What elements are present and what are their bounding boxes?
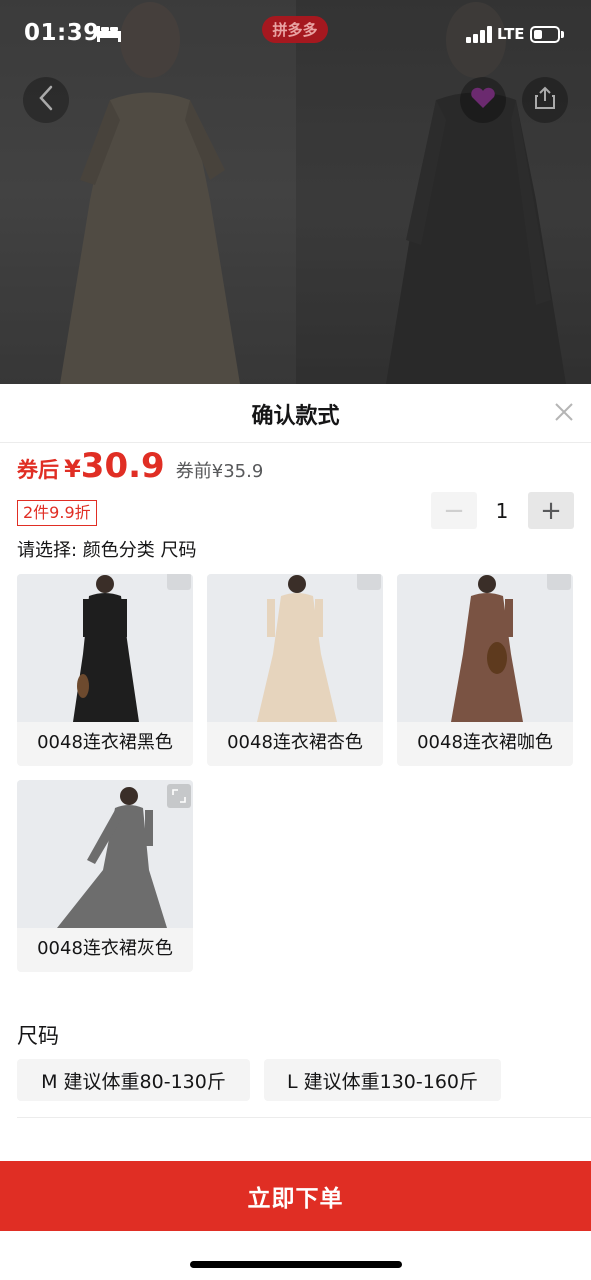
heart-icon: [470, 87, 496, 113]
quantity-value[interactable]: 1: [478, 492, 526, 529]
sku-selection-sheet: 确认款式 券后 ¥30.9 券前¥35.9 2件9.9折 − 1 + 请选择: …: [0, 384, 591, 1280]
status-time: 01:39: [24, 20, 100, 46]
share-button[interactable]: [522, 77, 568, 123]
expand-icon[interactable]: [167, 784, 191, 808]
size-option-m[interactable]: M 建议体重80-130斤: [17, 1059, 250, 1101]
size-section-title: 尺码: [17, 1024, 59, 1048]
favorite-button[interactable]: [460, 77, 506, 123]
size-divider: [17, 1117, 591, 1118]
close-button[interactable]: [552, 400, 576, 424]
size-option-l[interactable]: L 建议体重130-160斤: [264, 1059, 501, 1101]
signal-icon: [466, 26, 492, 47]
color-label: 0048连衣裙杏色: [227, 732, 363, 753]
quantity-increase-button[interactable]: +: [528, 492, 574, 529]
discount-badge: 2件9.9折: [17, 500, 97, 526]
color-option-gray[interactable]: 0048连衣裙灰色: [17, 780, 193, 972]
battery-cap: [561, 31, 564, 38]
expand-icon[interactable]: [547, 574, 571, 590]
color-thumbnail: [17, 574, 193, 722]
header-divider: [0, 442, 591, 443]
place-order-button[interactable]: 立即下单: [0, 1161, 591, 1231]
battery-icon: [530, 26, 560, 43]
sheet-title: 确认款式: [251, 404, 340, 429]
quantity-decrease-button[interactable]: −: [431, 492, 477, 529]
expand-icon[interactable]: [357, 574, 381, 590]
price-row: 券后 ¥30.9 券前¥35.9: [17, 446, 263, 486]
color-label: 0048连衣裙咖色: [417, 732, 553, 753]
color-option-black[interactable]: 0048连衣裙黑色: [17, 574, 193, 766]
selection-prompt: 请选择: 颜色分类 尺码: [17, 540, 197, 561]
close-icon: [552, 403, 576, 428]
expand-icon[interactable]: [167, 574, 191, 590]
home-indicator[interactable]: [190, 1261, 402, 1268]
sleep-mode-icon: [96, 25, 122, 47]
back-button[interactable]: [23, 77, 69, 123]
chevron-left-icon: [38, 85, 54, 115]
share-icon: [534, 86, 556, 114]
currency-symbol: ¥: [64, 455, 81, 483]
color-option-apricot[interactable]: 0048连衣裙杏色: [207, 574, 383, 766]
after-coupon-label: 券后: [17, 458, 59, 482]
color-option-coffee[interactable]: 0048连衣裙咖色: [397, 574, 573, 766]
color-thumbnail: [207, 574, 383, 722]
color-label: 0048连衣裙黑色: [37, 732, 173, 753]
color-thumbnail: [397, 574, 573, 722]
price-before-coupon: 券前¥35.9: [175, 461, 264, 482]
color-label: 0048连衣裙灰色: [37, 938, 173, 959]
brand-logo: 拼多多: [262, 16, 328, 43]
network-type: LTE: [497, 25, 525, 43]
price-after-coupon: 30.9: [80, 446, 165, 486]
